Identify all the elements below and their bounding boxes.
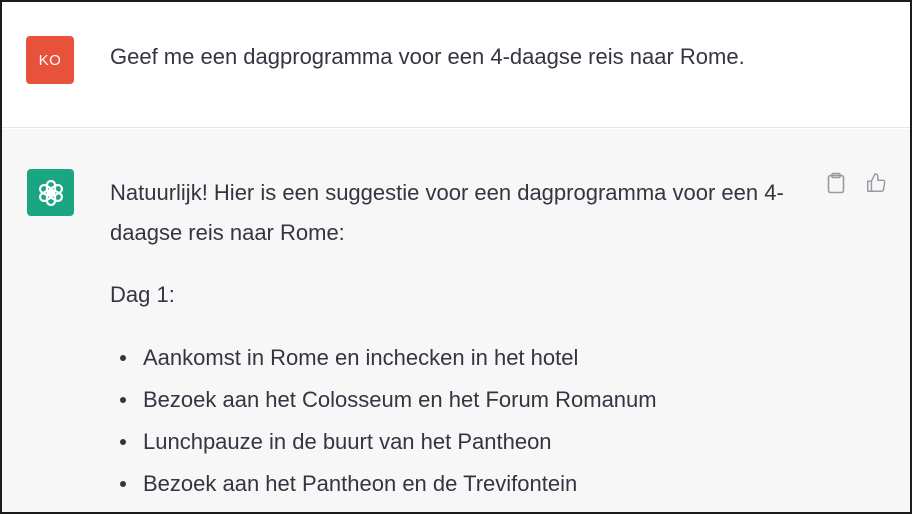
assistant-message-content: Natuurlijk! Hier is een suggestie voor e… — [110, 173, 790, 505]
thumbs-up-icon — [867, 173, 886, 192]
openai-logo-icon — [38, 179, 63, 206]
itinerary-list: Aankomst in Rome en inchecken in het hot… — [110, 337, 790, 505]
list-item: Lunchpauze in de buurt van het Pantheon — [110, 421, 790, 463]
thumbs-up-button[interactable] — [864, 171, 888, 195]
copy-button[interactable] — [824, 171, 848, 195]
day-heading: Dag 1: — [110, 282, 175, 307]
user-message-text: Geef me een dagprogramma voor een 4-daag… — [110, 44, 745, 69]
assistant-intro-text: Natuurlijk! Hier is een suggestie voor e… — [110, 180, 784, 245]
clipboard-icon — [827, 172, 845, 194]
user-avatar: KO — [26, 36, 74, 84]
user-message-row: KO Geef me een dagprogramma voor een 4-d… — [2, 2, 910, 128]
assistant-avatar — [27, 169, 74, 216]
list-item: Bezoek aan het Colosseum en het Forum Ro… — [110, 379, 790, 421]
user-avatar-initials: KO — [38, 51, 62, 69]
list-item: Aankomst in Rome en inchecken in het hot… — [110, 337, 790, 379]
list-item: Bezoek aan het Pantheon en de Trevifonte… — [110, 463, 790, 505]
message-actions — [824, 171, 888, 195]
chat-window: KO Geef me een dagprogramma voor een 4-d… — [0, 0, 912, 514]
assistant-message-row: Natuurlijk! Hier is een suggestie voor e… — [2, 129, 910, 512]
